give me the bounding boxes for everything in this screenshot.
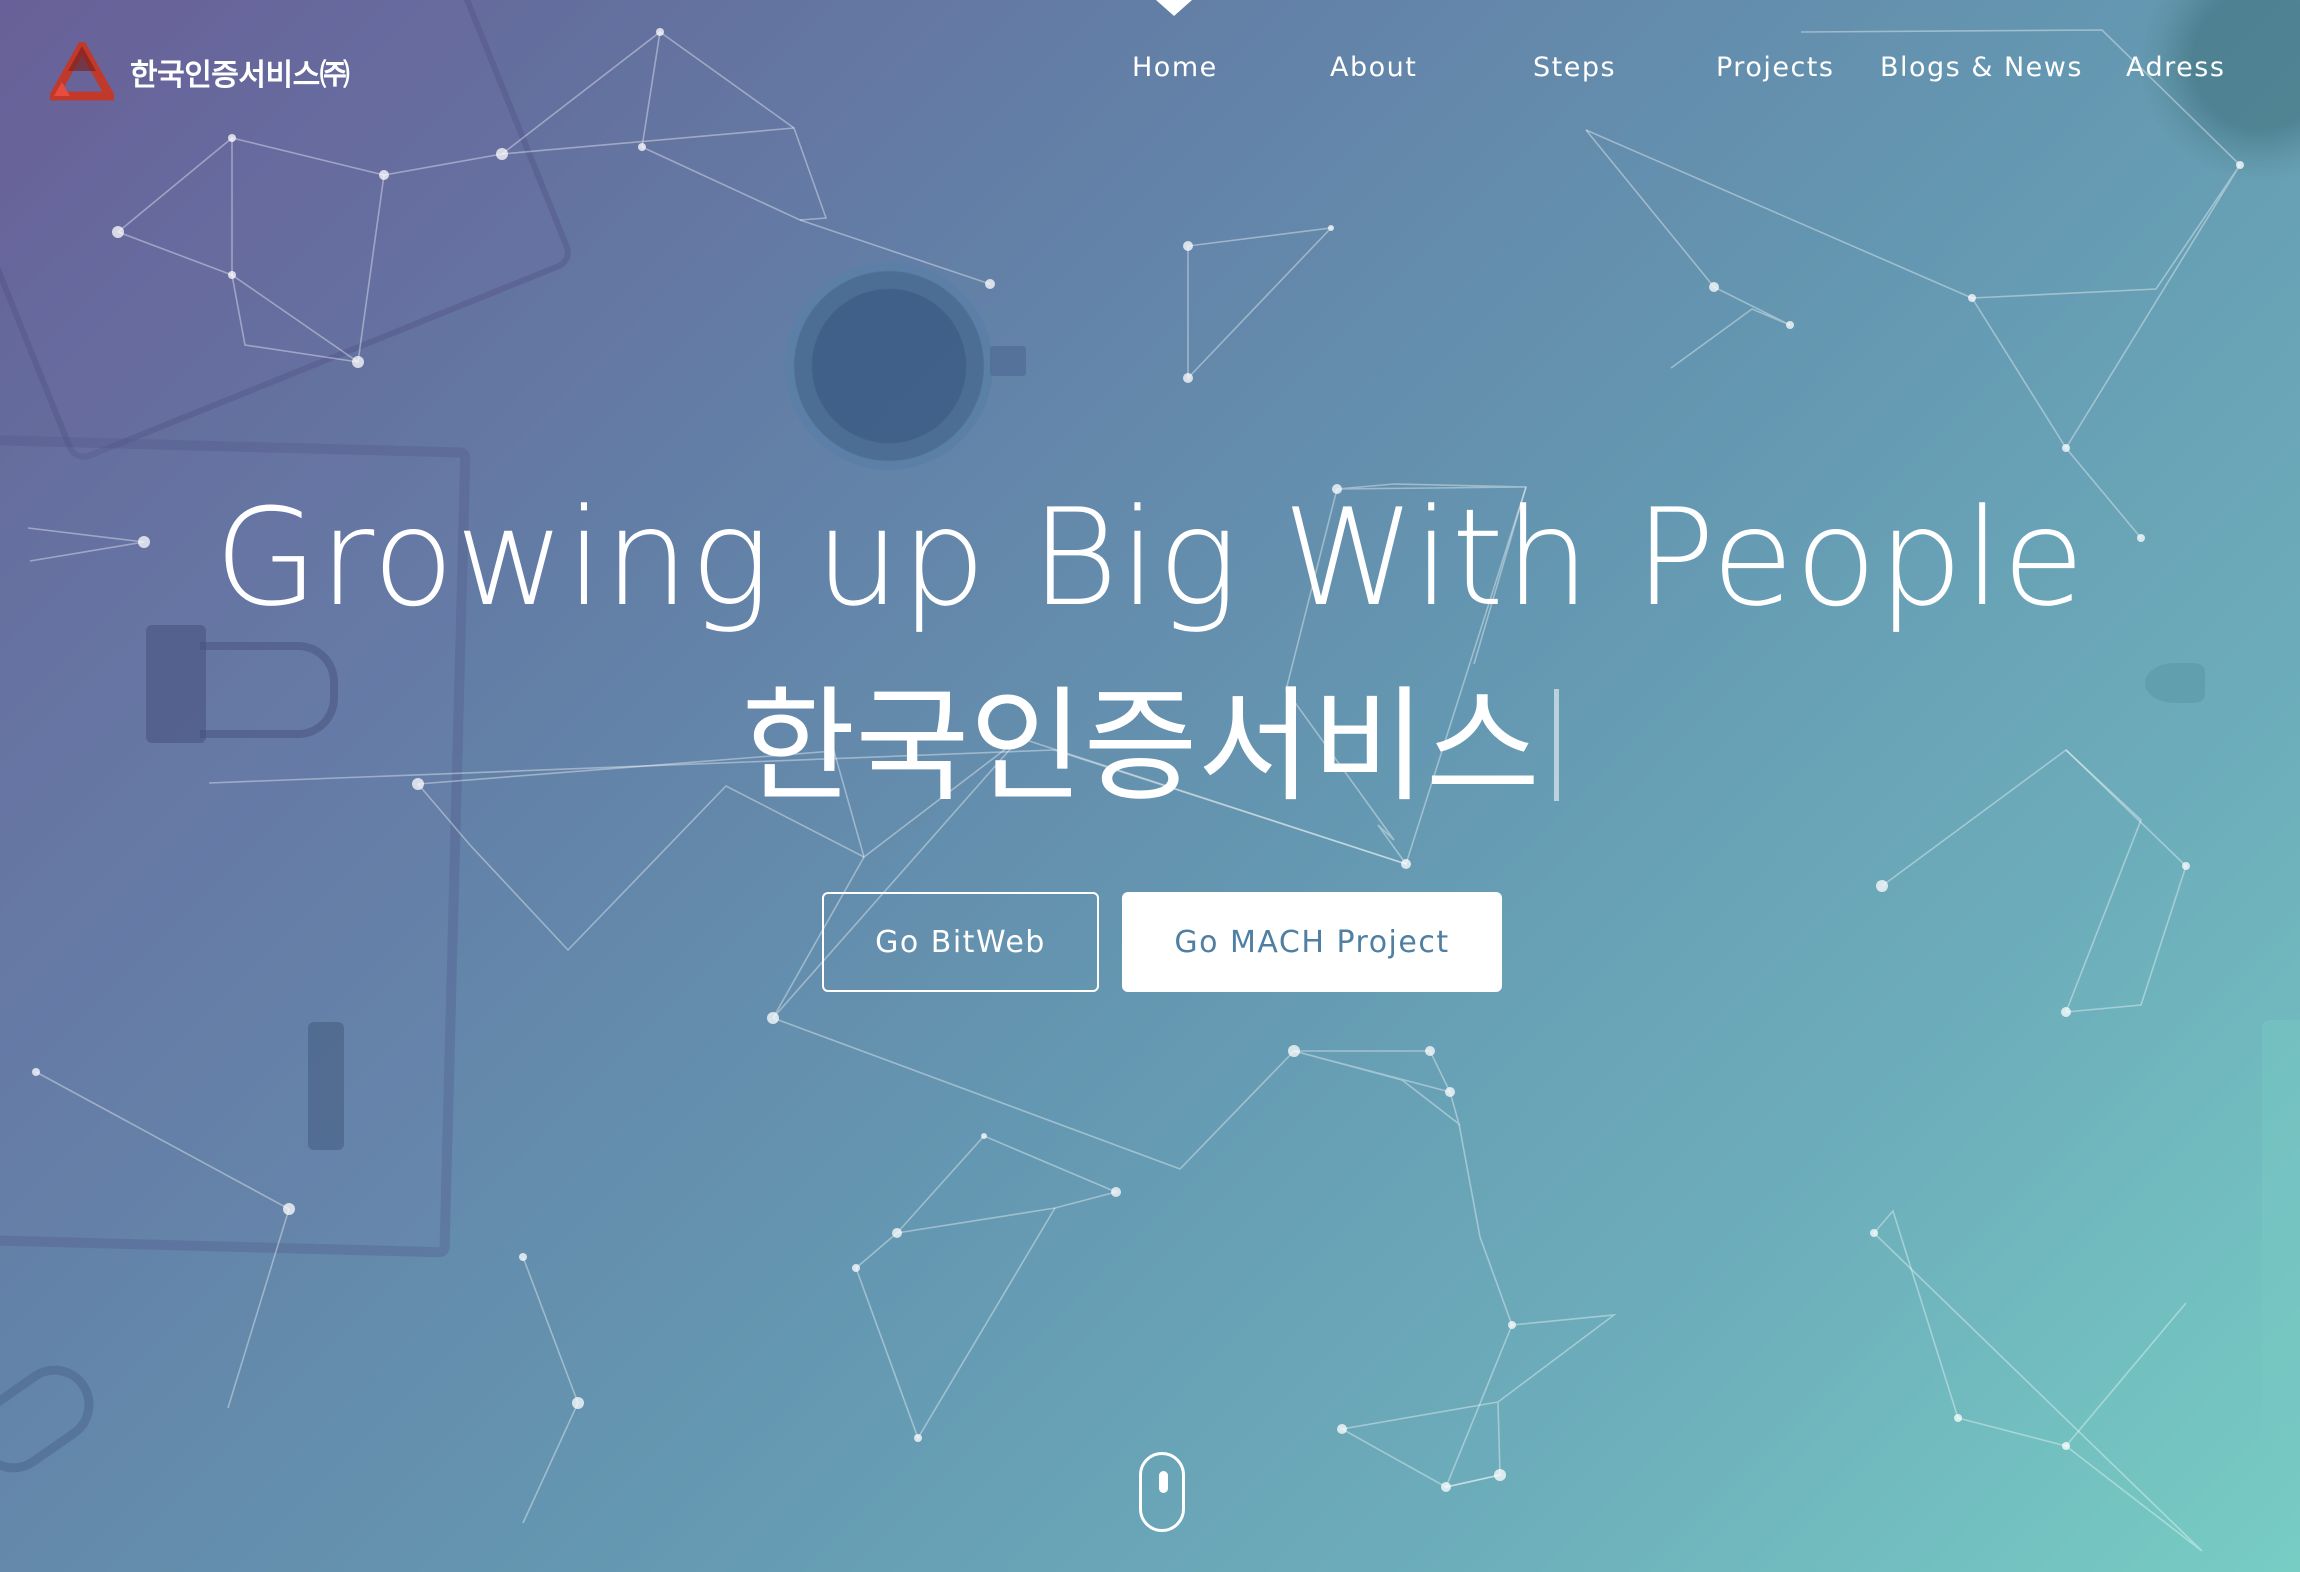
nav-about[interactable]: About	[1330, 52, 1417, 83]
hero-section: 한국인증서비스㈜ Home About Steps Projects Blogs…	[0, 0, 2300, 1572]
go-mach-project-button[interactable]: Go MACH Project	[1122, 892, 1502, 992]
typing-cursor	[1553, 689, 1559, 801]
hero-headline: Growing up Big With People	[214, 480, 2086, 636]
nav-adress[interactable]: Adress	[2126, 52, 2225, 83]
active-nav-pointer	[1156, 0, 1192, 16]
nav-steps[interactable]: Steps	[1533, 52, 1616, 83]
mouse-wheel-icon	[1159, 1471, 1168, 1493]
nav-blogs-news[interactable]: Blogs & News	[1880, 52, 2083, 83]
nav-home[interactable]: Home	[1132, 52, 1218, 83]
hero-subheadline-text: 한국인증서비스	[741, 675, 1540, 819]
go-bitweb-button[interactable]: Go BitWeb	[822, 892, 1099, 992]
mouse-scroll-icon[interactable]	[1139, 1452, 1185, 1532]
main-navigation: Home About Steps Projects Blogs & News A…	[0, 52, 2300, 92]
hero-subheadline: 한국인증서비스	[0, 645, 2300, 825]
nav-projects[interactable]: Projects	[1716, 52, 1834, 83]
